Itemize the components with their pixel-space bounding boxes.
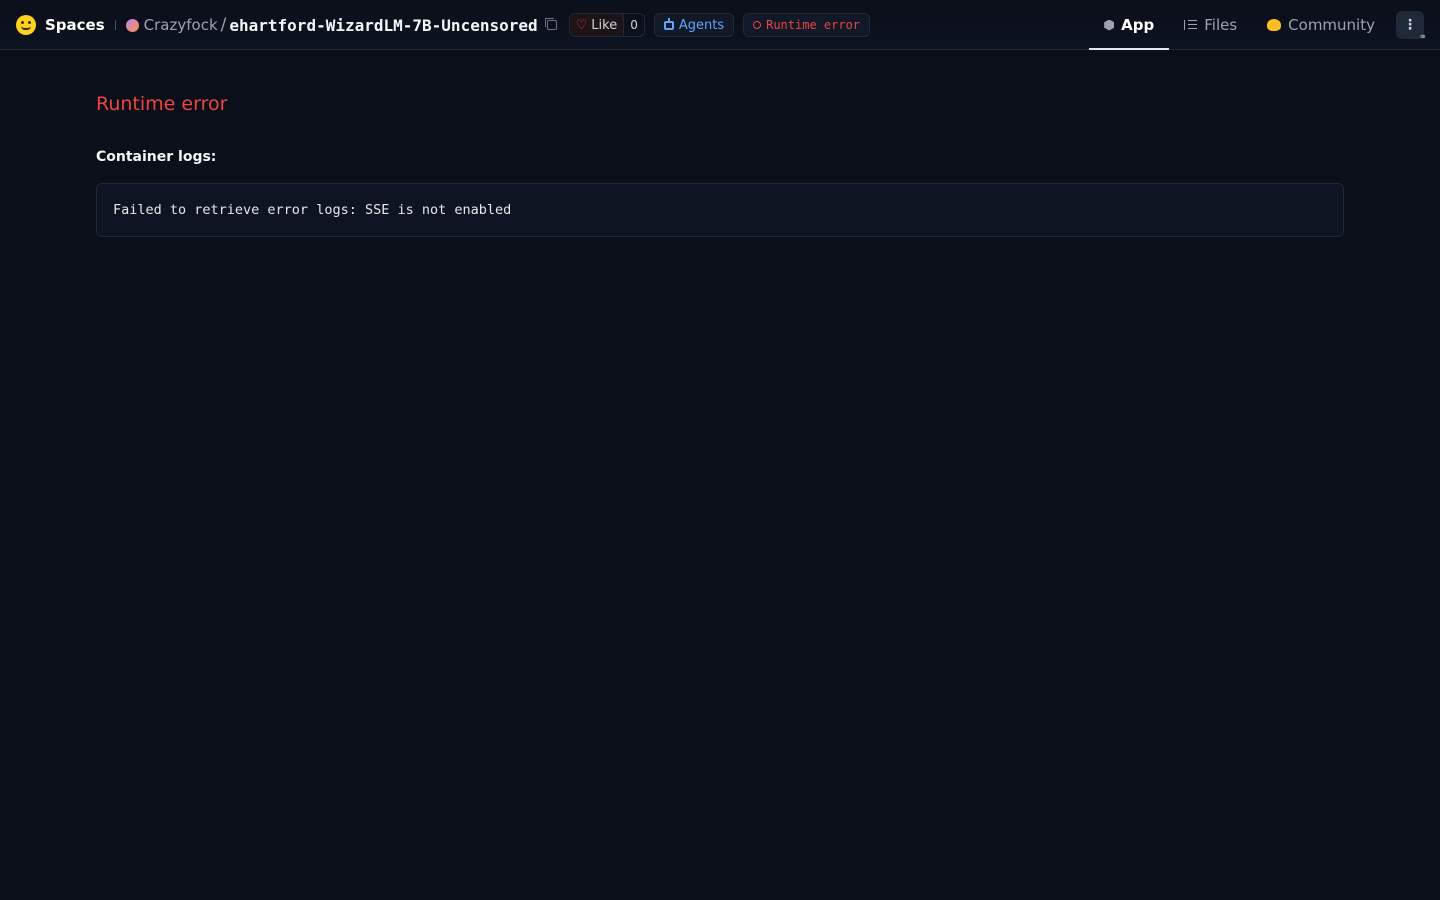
heart-icon: ♡ xyxy=(575,17,588,33)
header-left: Spaces Crazyfock / ehartford-WizardLM-7B… xyxy=(16,0,871,50)
agents-label: Agents xyxy=(678,17,725,33)
header-divider xyxy=(114,20,116,30)
top-bar: Spaces Crazyfock / ehartford-WizardLM-7B… xyxy=(0,0,1440,50)
community-icon xyxy=(1267,19,1282,31)
robot-icon xyxy=(663,17,674,30)
owner-link[interactable]: Crazyfock xyxy=(144,16,218,34)
link-icon: ⚭ xyxy=(1418,32,1427,43)
log-output-box[interactable]: Failed to retrieve error logs: SSE is no… xyxy=(96,183,1344,237)
like-group: ♡ Like 0 xyxy=(568,13,645,37)
main-content: Runtime error Container logs: Failed to … xyxy=(96,50,1344,237)
owner-avatar xyxy=(125,18,139,32)
tab-app[interactable]: App xyxy=(1089,0,1170,50)
files-icon xyxy=(1184,20,1198,30)
repo-name-link[interactable]: ehartford-WizardLM-7B-Uncensored xyxy=(229,16,537,35)
path-separator: / xyxy=(220,15,227,35)
like-count[interactable]: 0 xyxy=(624,18,644,32)
tab-community-label: Community xyxy=(1288,16,1375,34)
hugging-face-logo-icon xyxy=(16,15,36,35)
header-tabs: App Files Community ⋮ ⚭ xyxy=(1089,0,1427,50)
tab-community[interactable]: Community xyxy=(1252,0,1390,50)
cube-icon xyxy=(1104,19,1115,31)
stop-circle-icon xyxy=(753,21,762,29)
log-text: Failed to retrieve error logs: SSE is no… xyxy=(113,202,512,218)
kebab-menu-icon: ⋮ xyxy=(1403,17,1417,33)
tab-app-label: App xyxy=(1121,16,1155,34)
copy-icon[interactable] xyxy=(544,18,557,30)
spaces-brand-link[interactable]: Spaces xyxy=(16,15,105,35)
page-title: Runtime error xyxy=(96,93,228,115)
like-label: Like xyxy=(591,17,618,33)
spaces-label: Spaces xyxy=(45,16,105,34)
tab-files[interactable]: Files xyxy=(1169,0,1252,50)
tab-files-label: Files xyxy=(1204,16,1238,34)
runtime-error-badge[interactable]: Runtime error xyxy=(743,13,871,37)
container-logs-label: Container logs: xyxy=(96,149,217,165)
like-button[interactable]: ♡ Like xyxy=(569,14,625,36)
more-options-button[interactable]: ⋮ ⚭ xyxy=(1396,11,1427,43)
agents-button[interactable]: Agents xyxy=(653,13,735,37)
runtime-error-label: Runtime error xyxy=(766,18,861,32)
